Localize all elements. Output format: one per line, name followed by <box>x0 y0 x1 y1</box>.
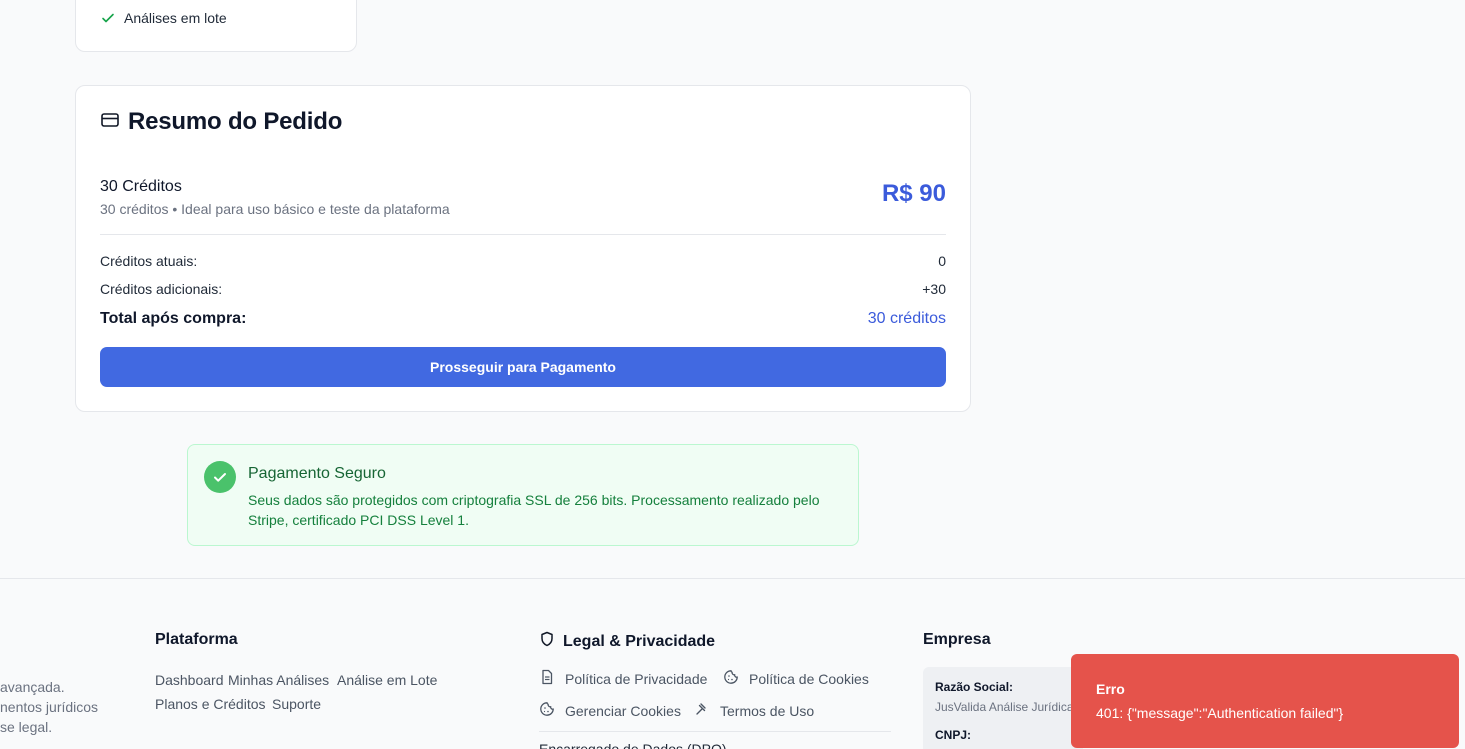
check-icon <box>100 10 116 26</box>
footer-link-privacy-label: Política de Privacidade <box>565 670 708 687</box>
document-icon <box>539 669 555 688</box>
check-circle-icon <box>204 461 236 493</box>
total-label: Total após compra: <box>100 310 247 327</box>
footer-link-terms-label: Termos de Uso <box>720 702 815 719</box>
package-name: 30 Créditos <box>100 178 182 195</box>
cookie-icon <box>539 701 555 720</box>
cookie-icon <box>723 669 739 688</box>
secure-payment-title: Pagamento Seguro <box>248 465 386 482</box>
footer-link-my-analyses[interactable]: Minhas Análises <box>228 672 329 688</box>
footer-link-manage-cookies[interactable]: Gerenciar Cookies <box>539 701 681 720</box>
footer-link-cookie-policy-label: Política de Cookies <box>749 670 869 687</box>
proceed-to-payment-button[interactable]: Prosseguir para Pagamento <box>100 347 946 387</box>
error-toast[interactable]: Erro 401: {"message":"Authentication fai… <box>1071 654 1459 748</box>
footer-company-heading: Empresa <box>923 631 991 648</box>
razao-social-label: Razão Social: <box>935 680 1014 694</box>
current-credits-value: 0 <box>938 253 946 269</box>
summary-divider <box>100 234 946 235</box>
footer-about-text: avançada. nentos jurídicos se legal. <box>0 677 110 737</box>
about-line: nentos jurídicos <box>0 699 99 715</box>
summary-header: Resumo do Pedido <box>100 108 342 136</box>
cnpj-label: CNPJ: <box>935 728 972 742</box>
secure-payment-notice: Pagamento Seguro Seus dados são protegid… <box>187 444 859 546</box>
order-summary-card: Resumo do Pedido 30 Créditos 30 créditos… <box>75 85 971 412</box>
about-line: avançada. <box>0 679 65 695</box>
footer-link-dashboard[interactable]: Dashboard <box>155 672 224 688</box>
plan-feature-label: Análises em lote <box>124 10 227 26</box>
company-info-box: Razão Social: JusValida Análise Jurídica… <box>923 667 1083 749</box>
package-price: R$ 90 <box>881 180 946 207</box>
total-row: Total após compra: 30 créditos <box>100 310 946 328</box>
footer-link-plans[interactable]: Planos e Créditos <box>155 696 266 712</box>
razao-social-value: JusValida Análise Jurídica <box>935 700 1074 714</box>
shield-icon <box>539 631 555 652</box>
current-credits-label: Créditos atuais: <box>100 253 198 269</box>
footer-link-privacy[interactable]: Política de Privacidade <box>539 669 707 688</box>
footer-legal-heading: Legal & Privacidade <box>539 631 715 652</box>
credit-card-icon <box>100 110 120 135</box>
footer-link-manage-cookies-label: Gerenciar Cookies <box>565 702 681 719</box>
toast-title: Erro <box>1096 681 1125 697</box>
footer-link-terms[interactable]: Termos de Uso <box>694 701 814 720</box>
summary-title: Resumo do Pedido <box>128 108 343 135</box>
plan-feature-item: Análises em lote <box>100 10 227 26</box>
about-line: se legal. <box>0 719 53 735</box>
dpo-label: Encarregado de Dados (DPO) <box>539 741 727 749</box>
footer-platform-heading: Plataforma <box>155 631 238 648</box>
additional-credits-label: Créditos adicionais: <box>100 281 223 297</box>
footer-link-cookie-policy[interactable]: Política de Cookies <box>723 669 869 688</box>
footer-link-batch-analysis[interactable]: Análise em Lote <box>337 672 437 688</box>
additional-credits-row: Créditos adicionais: +30 <box>100 281 946 297</box>
package-description: 30 créditos • Ideal para uso básico e te… <box>100 201 450 217</box>
toast-message: 401: {"message":"Authentication failed"} <box>1096 705 1344 721</box>
secure-payment-text: Seus dados são protegidos com criptograf… <box>248 492 820 528</box>
legal-divider <box>539 731 891 732</box>
total-value: 30 créditos <box>867 310 946 327</box>
plan-card: Análises em lote <box>75 0 357 52</box>
footer-legal-heading-label: Legal & Privacidade <box>563 632 716 650</box>
footer-link-support[interactable]: Suporte <box>272 696 321 712</box>
current-credits-row: Créditos atuais: 0 <box>100 253 946 269</box>
additional-credits-value: +30 <box>922 281 946 297</box>
gavel-icon <box>694 701 710 720</box>
